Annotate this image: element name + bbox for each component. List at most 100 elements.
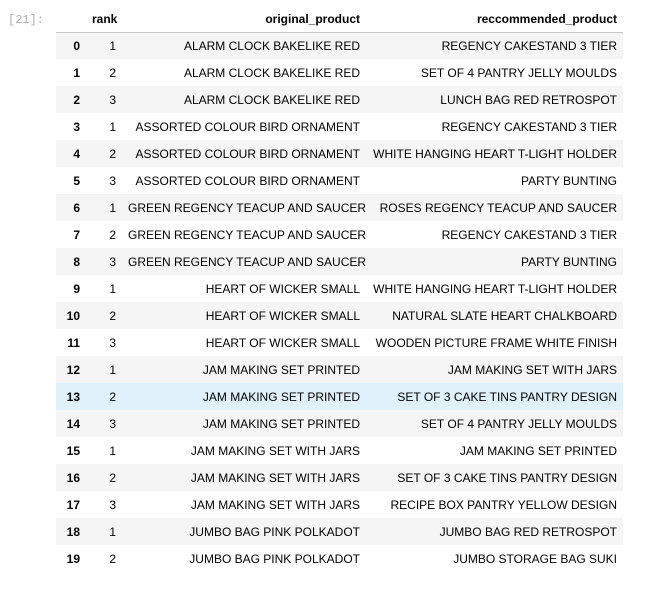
recommended-product-cell: REGENCY CAKESTAND 3 TIER [441,119,617,134]
rank-cell: 1 [109,524,116,539]
rank-cell: 3 [109,497,116,512]
row-index-cell: 16 [66,470,80,485]
column-header-original-product: original_product [122,6,366,33]
rank-cell: 1 [109,200,116,215]
row-index-cell: 5 [73,173,80,188]
recommended-product-cell: ROSES REGENCY TEACUP AND SAUCER [379,200,617,215]
recommended-product-cell: SET OF 4 PANTRY JELLY MOULDS [420,416,617,431]
table-header-row: rank original_product reccommended_produ… [56,6,623,33]
original-product-cell: ASSORTED COLOUR BIRD ORNAMENT [135,173,360,188]
table-row: 15 1 JAM MAKING SET WITH JARS JAM MAKING SE… [56,437,623,464]
rank-cell: 2 [109,227,116,242]
original-product-cell: JAM MAKING SET PRINTED [202,416,360,431]
recommended-product-cell: SET OF 3 CAKE TINS PANTRY DESIGN [397,389,617,404]
original-product-cell: ALARM CLOCK BAKELIKE RED [183,65,360,80]
table-row: 4 2 ASSORTED COLOUR BIRD ORNAMENT WHITE HAN… [56,140,623,167]
table-row: 1 2 ALARM CLOCK BAKELIKE RED SET OF 4 PANTR… [56,59,623,86]
table-body: 0 1 ALARM CLOCK BAKELIKE RED REGENCY CAKEST… [56,32,623,572]
recommended-product-cell: SET OF 4 PANTRY JELLY MOULDS [420,65,617,80]
row-index-cell: 9 [73,281,80,296]
recommended-product-cell: LUNCH BAG RED RETROSPOT [440,92,617,107]
recommended-product-cell: REGENCY CAKESTAND 3 TIER [441,38,617,53]
row-index-cell: 15 [66,443,80,458]
original-product-cell: GREEN REGENCY TEACUP AND SAUCER [128,200,366,215]
original-product-cell: GREEN REGENCY TEACUP AND SAUCER [128,227,366,242]
row-index-cell: 8 [73,254,80,269]
cell-output-prompt: [21]: [8,13,45,27]
original-product-cell: JAM MAKING SET WITH JARS [190,497,360,512]
rank-cell: 2 [109,308,116,323]
rank-cell: 3 [109,92,116,107]
table-row: 7 2 GREEN REGENCY TEACUP AND SAUCER REGENCY… [56,221,623,248]
column-header-index [56,6,86,33]
row-index-cell: 0 [73,38,80,53]
row-index-cell: 1 [73,65,80,80]
dataframe-table: rank original_product reccommended_produ… [56,6,623,572]
original-product-cell: HEART OF WICKER SMALL [205,308,360,323]
row-index-cell: 18 [66,524,80,539]
recommended-product-cell: WHITE HANGING HEART T-LIGHT HOLDER [373,281,617,296]
recommended-product-cell: REGENCY CAKESTAND 3 TIER [441,227,617,242]
original-product-cell: HEART OF WICKER SMALL [205,281,360,296]
original-product-cell: ASSORTED COLOUR BIRD ORNAMENT [135,146,360,161]
table-row: 5 3 ASSORTED COLOUR BIRD ORNAMENT PARTY BUN… [56,167,623,194]
row-index-cell: 14 [66,416,80,431]
original-product-cell: JUMBO BAG PINK POLKADOT [189,551,360,566]
original-product-cell: ASSORTED COLOUR BIRD ORNAMENT [135,119,360,134]
row-index-cell: 17 [66,497,80,512]
recommended-product-cell: PARTY BUNTING [520,173,617,188]
rank-cell: 2 [109,389,116,404]
row-index-cell: 7 [73,227,80,242]
table-row: 12 1 JAM MAKING SET PRINTED JAM MAKING SET … [56,356,623,383]
table-row: 14 3 JAM MAKING SET PRINTED SET OF 4 PANTRY… [56,410,623,437]
row-index-cell: 2 [73,92,80,107]
column-header-rank: rank [86,6,122,33]
rank-cell: 3 [109,416,116,431]
original-product-cell: GREEN REGENCY TEACUP AND SAUCER [128,254,366,269]
table-row: 3 1 ASSORTED COLOUR BIRD ORNAMENT REGENCY C… [56,113,623,140]
row-index-cell: 10 [66,308,80,323]
table-row: 11 3 HEART OF WICKER SMALL WOODEN PICTURE F… [56,329,623,356]
row-index-cell: 3 [73,119,80,134]
original-product-cell: ALARM CLOCK BAKELIKE RED [183,92,360,107]
row-index-cell: 11 [67,335,80,350]
rank-cell: 1 [109,119,116,134]
table-row: 0 1 ALARM CLOCK BAKELIKE RED REGENCY CAKEST… [56,32,623,59]
original-product-cell: JUMBO BAG PINK POLKADOT [189,524,360,539]
recommended-product-cell: PARTY BUNTING [520,254,617,269]
recommended-product-cell: JAM MAKING SET WITH JARS [447,362,617,377]
table-row: 6 1 GREEN REGENCY TEACUP AND SAUCER ROSES R… [56,194,623,221]
original-product-cell: ALARM CLOCK BAKELIKE RED [183,38,360,53]
recommended-product-cell: JUMBO BAG RED RETROSPOT [439,524,617,539]
recommended-product-cell: WOODEN PICTURE FRAME WHITE FINISH [375,335,617,350]
table-row: 2 3 ALARM CLOCK BAKELIKE RED LUNCH BAG RED … [56,86,623,113]
rank-cell: 3 [109,173,116,188]
dataframe-output: rank original_product reccommended_produ… [56,6,623,572]
row-index-cell: 6 [73,200,80,215]
rank-cell: 1 [109,281,116,296]
rank-cell: 3 [109,254,116,269]
table-row: 10 2 HEART OF WICKER SMALL NATURAL SLATE HE… [56,302,623,329]
rank-cell: 1 [109,443,116,458]
column-header-recommended-product: reccommended_product [366,6,623,33]
table-row: 17 3 JAM MAKING SET WITH JARS RECIPE BOX PA… [56,491,623,518]
recommended-product-cell: RECIPE BOX PANTRY YELLOW DESIGN [390,497,617,512]
recommended-product-cell: NATURAL SLATE HEART CHALKBOARD [392,308,617,323]
original-product-cell: HEART OF WICKER SMALL [205,335,360,350]
rank-cell: 3 [109,335,116,350]
table-row: 8 3 GREEN REGENCY TEACUP AND SAUCER PARTY B… [56,248,623,275]
rank-cell: 1 [109,362,116,377]
recommended-product-cell: JAM MAKING SET PRINTED [459,443,617,458]
original-product-cell: JAM MAKING SET PRINTED [202,389,360,404]
recommended-product-cell: SET OF 3 CAKE TINS PANTRY DESIGN [397,470,617,485]
rank-cell: 1 [109,38,116,53]
table-row: 16 2 JAM MAKING SET WITH JARS SET OF 3 CAKE… [56,464,623,491]
original-product-cell: JAM MAKING SET WITH JARS [190,470,360,485]
recommended-product-cell: JUMBO STORAGE BAG SUKI [453,551,617,566]
row-index-cell: 13 [66,389,80,404]
row-index-cell: 12 [66,362,80,377]
rank-cell: 2 [109,65,116,80]
recommended-product-cell: WHITE HANGING HEART T-LIGHT HOLDER [373,146,617,161]
rank-cell: 2 [109,551,116,566]
rank-cell: 2 [109,146,116,161]
